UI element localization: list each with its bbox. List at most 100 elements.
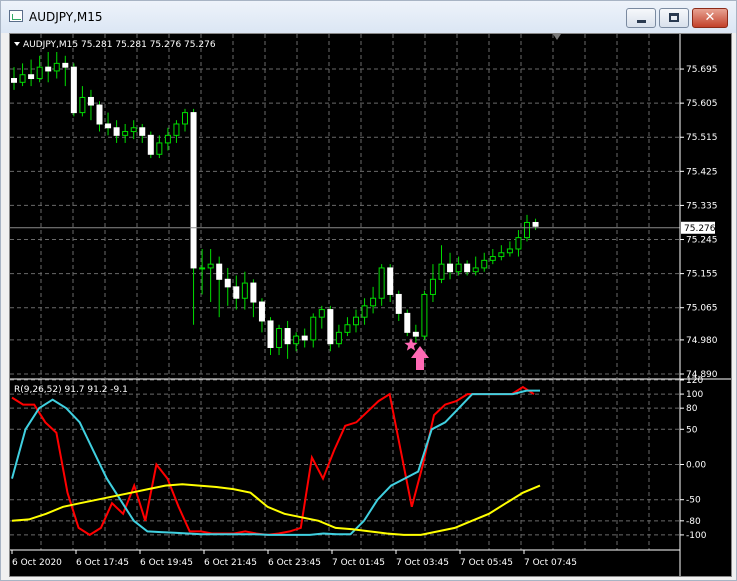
candle-body	[147, 134, 154, 155]
chart-canvas[interactable]: 75.695 75.605 75.515 75.425 75.335 75.245 75.1…	[10, 34, 731, 576]
candle-body	[472, 267, 479, 273]
minimize-icon	[637, 20, 646, 23]
candle-body	[11, 78, 17, 83]
candle-body	[293, 335, 300, 345]
candle-body	[284, 328, 291, 345]
candle-body	[506, 248, 513, 254]
candle-body	[455, 263, 462, 273]
candle-body	[378, 267, 385, 299]
candle-body	[361, 305, 368, 318]
candle-body	[45, 66, 52, 72]
candle-body	[481, 259, 488, 269]
collapse-triangle-icon[interactable]	[14, 42, 20, 46]
candle-body	[53, 62, 60, 72]
candle-body	[190, 112, 197, 269]
chart-area[interactable]: 75.695 75.605 75.515 75.425 75.335 75.245 75.1…	[9, 33, 732, 577]
indicator-tick-label: 80	[686, 404, 698, 414]
time-tick-label: 6 Oct 19:45	[140, 558, 193, 568]
candle-body	[310, 316, 317, 341]
time-tick-label: 7 Oct 01:45	[332, 558, 385, 568]
candle-body	[370, 297, 377, 307]
price-tick-label: 75.245	[686, 236, 718, 246]
window-title: AUDJPY,M15	[29, 10, 103, 24]
candle-body	[70, 66, 77, 114]
indicator-header: R(9,26,52) 91.7 91.2 -9.1	[14, 385, 128, 395]
time-axis[interactable]: 6 Oct 2020 6 Oct 17:45 6 Oct 19:45 6 Oct 21…	[10, 549, 680, 568]
candle-body	[19, 74, 26, 83]
maximize-icon	[669, 13, 679, 22]
candle-body	[113, 127, 120, 136]
time-tick-label: 7 Oct 05:45	[460, 558, 513, 568]
candle-body	[489, 256, 496, 261]
candle-body	[87, 96, 94, 106]
price-axis[interactable]: 75.695 75.605 75.515 75.425 75.335 75.245 75.1…	[679, 34, 718, 576]
price-tick-label: 75.155	[686, 270, 718, 280]
candle-body	[258, 301, 265, 322]
chart-window-icon	[9, 10, 23, 22]
candle-body	[207, 263, 214, 269]
candle-body	[301, 335, 308, 341]
price-tick-label: 75.425	[686, 167, 718, 177]
indicator-grid	[10, 379, 680, 550]
close-button[interactable]: ✕	[692, 8, 728, 28]
candle-body	[105, 123, 112, 129]
candle-body	[344, 324, 351, 333]
time-tick-label: 7 Oct 07:45	[524, 558, 577, 568]
indicator-tick-label: -50	[686, 496, 701, 506]
candle-body	[404, 312, 411, 333]
current-price-label: 75.276	[684, 224, 716, 234]
candle-body	[250, 282, 257, 303]
candle-body	[335, 331, 342, 345]
candle-body	[241, 282, 248, 299]
candle-body	[224, 278, 231, 288]
terminal-window: AUDJPY,M15 ✕ 75.695 75.605 75.515 75.425 75.…	[0, 0, 737, 581]
time-tick-label: 6 Oct 2020	[12, 558, 62, 568]
candle-body	[182, 112, 188, 125]
candle-body	[532, 221, 539, 227]
candle-body	[276, 328, 283, 348]
candle-body	[318, 309, 325, 318]
candle-body	[498, 252, 505, 258]
price-tick-label: 75.515	[686, 133, 718, 143]
indicator-lines	[11, 385, 541, 537]
minimize-button[interactable]	[626, 8, 656, 28]
close-icon: ✕	[704, 10, 716, 25]
title-bar[interactable]: AUDJPY,M15 ✕	[1, 1, 736, 33]
candle-body	[36, 66, 43, 80]
indicator-series-line	[11, 483, 541, 536]
candle-body	[233, 286, 240, 299]
candle-body	[199, 267, 206, 270]
candle-body	[438, 263, 445, 280]
candle-body	[429, 278, 436, 295]
candle-body	[173, 123, 180, 136]
indicator-tick-label: 100	[686, 390, 703, 400]
time-tick-label: 7 Oct 03:45	[396, 558, 449, 568]
indicator-tick-label: 120	[686, 376, 703, 386]
candle-body	[156, 142, 163, 155]
candle-body	[96, 104, 103, 125]
indicator-tick-label: -80	[686, 517, 701, 527]
indicator-tick-label: -100	[686, 531, 707, 541]
candle-body	[79, 96, 86, 114]
candle-body	[327, 309, 334, 345]
candle-body	[353, 316, 359, 326]
candle-body	[515, 237, 522, 250]
indicator-axis[interactable]: 120 100 80 50 0.00 -50 -80 -100	[680, 376, 707, 541]
indicator-tick-label: 50	[686, 425, 698, 435]
time-tick-label: 6 Oct 23:45	[268, 558, 321, 568]
candle-body	[62, 62, 69, 68]
candle-body	[395, 293, 402, 314]
shift-marker-icon[interactable]	[553, 34, 561, 40]
candle-body	[524, 221, 530, 239]
indicator-tick-label: 0.00	[686, 461, 706, 471]
chart-header: AUDJPY,M15 75.281 75.281 75.276 75.276	[23, 40, 216, 50]
candle-body	[447, 263, 454, 273]
price-tick-label: 75.335	[686, 201, 718, 211]
maximize-button[interactable]	[659, 8, 689, 28]
time-tick-label: 6 Oct 17:45	[76, 558, 129, 568]
price-tick-label: 74.980	[686, 336, 718, 346]
candle-body	[139, 127, 146, 136]
candle-body	[387, 267, 394, 295]
candle-body	[130, 127, 137, 133]
indicator-series-line	[11, 385, 535, 537]
